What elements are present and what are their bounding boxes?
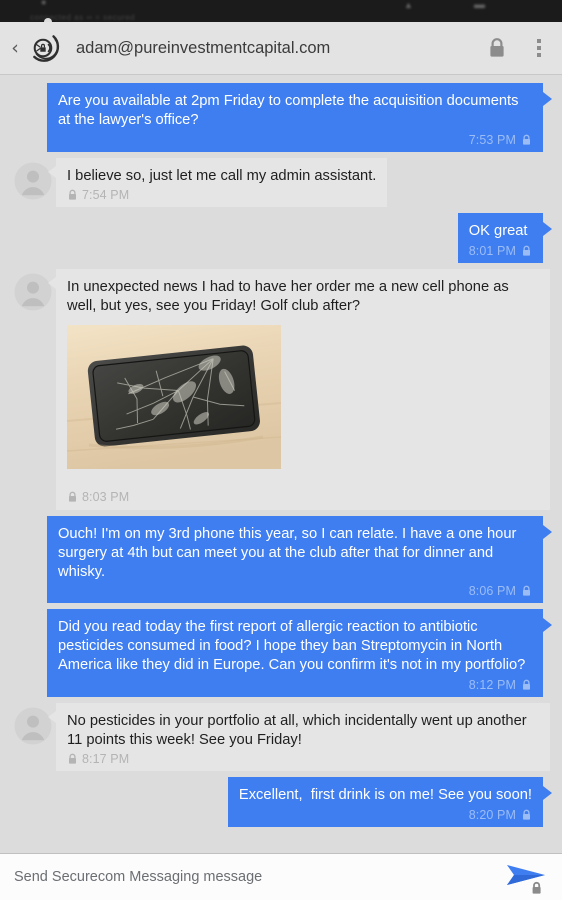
message-row: In unexpected news I had to have her ord… [0,269,562,516]
message-row: Are you available at 2pm Friday to compl… [0,83,562,158]
contact-avatar-icon [14,707,52,745]
message-meta: 8:17 PM [67,752,539,766]
message-timestamp: 7:53 PM [468,132,516,147]
message-timestamp: 8:12 PM [468,677,516,692]
send-secure-icon[interactable] [504,857,550,897]
wifi-icon: ▲ [404,0,413,10]
message-photo-attachment[interactable] [67,324,281,469]
contact-avatar-icon [14,273,52,311]
overflow-menu-icon[interactable] [530,39,548,57]
lock-icon[interactable] [486,36,508,60]
message-meta: 7:54 PM [67,188,376,202]
message-meta: 8:12 PM [58,678,532,692]
message-meta: 8:01 PM [469,244,532,258]
conversation-header: ‹ adam@pureinvestmentcapital.com [0,22,562,75]
message-text: In unexpected news I had to have her ord… [67,279,513,315]
messaging-app-window: ● connected as ∞ = secured ▲ ▬ ‹ adam@pu… [0,0,562,900]
page-title: adam@pureinvestmentcapital.com [76,38,331,57]
message-meta: 8:06 PM [58,584,532,598]
securecom-logo-icon [26,30,62,66]
message-timestamp: 8:03 PM [82,489,130,504]
outgoing-message-bubble[interactable]: Excellent, first drink is on me! See you… [227,777,553,828]
incoming-message-bubble[interactable]: I believe so, just let me call my admin … [47,157,388,208]
message-text: Are you available at 2pm Friday to compl… [58,93,523,128]
message-text: Did you read today the first report of a… [58,619,526,673]
message-row: Ouch! I'm on my 3rd phone this year, so … [0,515,562,609]
message-timestamp: 7:54 PM [82,188,130,203]
outgoing-message-bubble[interactable]: Ouch! I'm on my 3rd phone this year, so … [47,515,552,604]
lock-icon [67,753,78,765]
overflow-dot [537,53,541,57]
overflow-dot [537,46,541,50]
message-text: Excellent, first drink is on me! See you… [238,787,532,804]
message-input[interactable] [14,869,504,885]
lock-icon [521,809,532,821]
message-row: I believe so, just let me call my admin … [0,157,562,214]
message-timestamp: 8:06 PM [468,584,516,599]
message-row: Did you read today the first report of a… [0,609,562,702]
message-meta: 8:03 PM [67,490,539,504]
lock-icon [521,679,532,691]
message-timestamp: 8:01 PM [468,244,516,259]
message-text: OK great [468,223,528,240]
outgoing-message-bubble[interactable]: Did you read today the first report of a… [47,609,552,697]
lock-icon [521,585,532,597]
message-text: No pesticides in your portfolio at all, … [67,712,531,748]
overflow-dot [537,39,541,43]
message-meta: 7:53 PM [58,133,532,147]
message-timestamp: 8:20 PM [468,808,516,823]
message-text: Ouch! I'm on my 3rd phone this year, so … [58,525,521,580]
battery-icon: ▬ [474,0,485,11]
system-status-bar: ● connected as ∞ = secured ▲ ▬ [0,0,562,22]
incoming-message-bubble[interactable]: No pesticides in your portfolio at all, … [48,702,550,772]
lock-icon [521,134,532,146]
incoming-message-bubble[interactable]: In unexpected news I had to have her ord… [48,269,550,510]
lock-icon [521,245,532,257]
status-bar-notch [44,18,52,22]
status-dot-icon: ● [41,0,47,7]
outgoing-message-bubble[interactable]: OK great 8:01 PM [457,213,553,264]
message-composer [0,853,562,900]
message-row: Excellent, first drink is on me! See you… [0,777,562,833]
message-timestamp: 8:17 PM [82,752,130,767]
message-row: No pesticides in your portfolio at all, … [0,702,562,778]
message-thread[interactable]: Are you available at 2pm Friday to compl… [0,75,562,853]
lock-icon [67,491,78,503]
contact-avatar-icon [14,162,52,200]
message-text: I believe so, just let me call my admin … [67,167,377,184]
back-button[interactable]: ‹ [6,38,24,58]
outgoing-message-bubble[interactable]: Are you available at 2pm Friday to compl… [47,83,552,152]
message-row: OK great 8:01 PM [0,213,562,269]
lock-icon [67,189,78,201]
message-meta: 8:20 PM [239,808,532,822]
